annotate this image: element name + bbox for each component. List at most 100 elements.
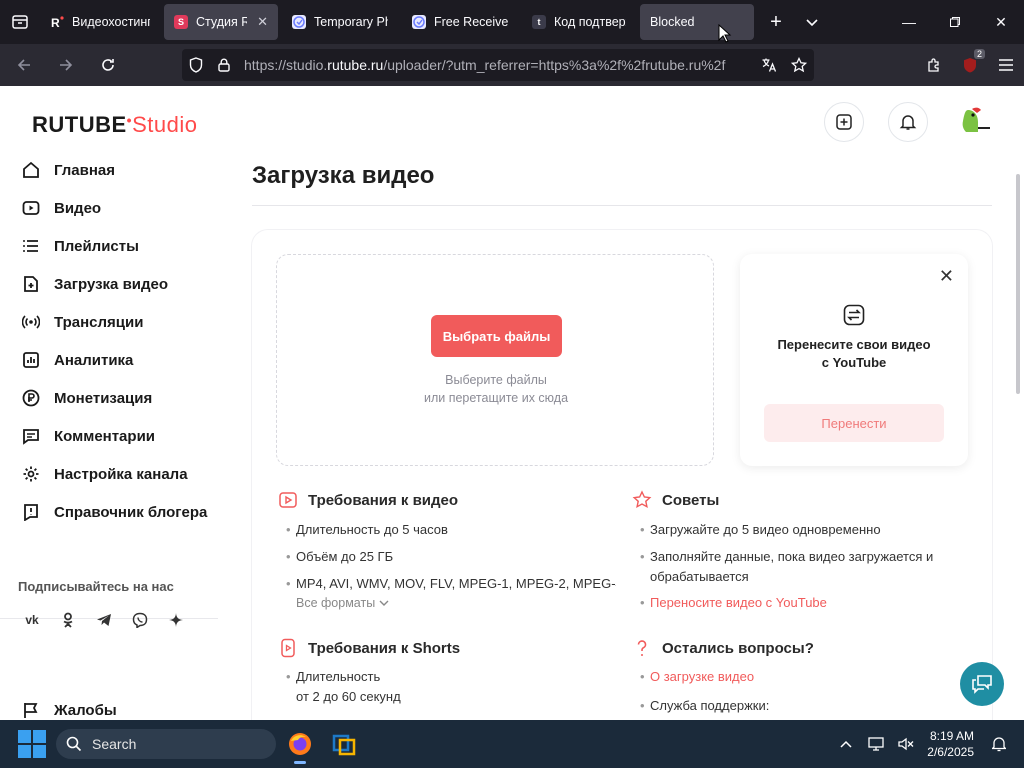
viber-icon[interactable] [126,606,154,634]
close-window-icon[interactable]: ✕ [978,0,1024,44]
notifications-button[interactable] [888,102,928,142]
browser-nav-bar: https://studio.rutube.ru/uploader/?utm_r… [0,44,1024,86]
clock-time: 8:19 AM [929,729,974,743]
tracking-shield-icon[interactable] [182,57,210,73]
minimize-icon[interactable]: — [886,0,932,44]
url-text[interactable]: https://studio.rutube.ru/uploader/?utm_r… [238,57,754,73]
avatar[interactable] [958,106,992,136]
yt-text-line-1: Перенесите свои видео [777,337,931,352]
lock-icon[interactable] [210,58,238,72]
youtube-transfer-text: Перенесите свои видео с YouTube [740,336,968,372]
section-title-text: Требования к Shorts [308,639,461,657]
ublock-shield-icon[interactable]: 2 [952,47,988,83]
firefox-icon[interactable] [284,728,316,764]
taskbar-clock[interactable]: 8:19 AM 2/6/2025 [927,728,974,760]
studio-header: RUTUBE•Studio [0,86,1024,158]
all-formats-link[interactable]: Все форматы [296,596,389,610]
odnoklassniki-icon[interactable] [54,606,82,634]
tab-rutube-studio[interactable]: S Студия RUT ✕ [164,4,278,40]
windows-taskbar: Search 8:19 AM 2/6/2025 [0,720,1024,768]
sidebar-item-upload[interactable]: Загрузка видео [22,273,168,295]
maximize-icon[interactable] [932,0,978,44]
question-icon [637,640,647,656]
youtube-transfer-link[interactable]: Переносите видео с YouTube [640,593,827,613]
notification-bell-icon[interactable] [984,736,1014,752]
video-requirements-title: Требования к видео [278,490,458,510]
sidebar-item-complaints[interactable]: Жалобы [22,699,117,720]
logo-main: RUTUBE [32,112,127,137]
home-icon [23,161,39,178]
page-scrollbar[interactable] [1016,174,1020,394]
shield-page-icon [412,15,426,29]
sidebar-item-home[interactable]: Главная [22,159,115,181]
dzen-icon[interactable] [162,606,190,634]
chevron-down-icon[interactable] [794,4,830,40]
system-tray: 8:19 AM 2/6/2025 [831,720,1024,768]
search-icon [56,736,92,752]
sidebar-item-broadcasts[interactable]: Трансляции [22,311,143,333]
pick-files-button[interactable]: Выбрать файлы [431,315,562,357]
tab-blocked[interactable]: Blocked [640,4,754,40]
sidebar-item-label: Видео [54,199,102,217]
sidebar-item-label: Справочник блогера [54,503,208,521]
tab-temporary-phone[interactable]: Temporary Ph [282,4,398,40]
logo-studio: Studio [132,112,198,137]
sidebar-item-analytics[interactable]: Аналитика [22,349,133,371]
about-upload-link[interactable]: О загрузке видео [640,667,754,687]
sidebar-item-label: Плейлисты [54,237,139,255]
playlist-icon [23,240,38,252]
browser-tab-bar: R Видеохостинг S Студия RUT ✕ Temporary … [0,0,1024,44]
chevron-up-icon[interactable] [831,740,861,748]
virtualbox-icon[interactable] [328,728,360,760]
tab-label: Temporary Ph [314,15,388,29]
sidebar-item-monetization[interactable]: Монетизация [22,387,152,409]
svg-text:R: R [51,16,60,29]
extensions-puzzle-icon[interactable] [916,47,952,83]
chat-bubbles-icon [972,675,992,694]
sidebar: Главная Видео Плейлисты Загрузка видео Т… [0,158,218,720]
flag-icon [24,703,38,718]
windows-start-icon[interactable] [18,730,46,758]
follow-us-label: Подписывайтесь на нас [18,579,174,594]
sidebar-item-channel-settings[interactable]: Настройка канала [22,463,188,485]
translate-icon[interactable] [754,57,784,73]
questions-title: Остались вопросы? [632,638,814,658]
taskbar-search[interactable]: Search [56,729,276,759]
vk-icon[interactable]: vk [18,606,46,634]
sidebar-item-blogger-guide[interactable]: Справочник блогера [22,501,207,523]
file-dropzone[interactable]: Выбрать файлы Выберите файлы или перетащ… [276,254,714,466]
tab-confirmation-code[interactable]: t Код подтвержд [522,4,636,40]
shorts-requirements-title: Требования к Shorts [278,638,460,658]
sidebar-item-video[interactable]: Видео [22,197,101,219]
sidebar-item-label: Жалобы [54,701,117,719]
upload-file-icon [24,276,38,292]
sidebar-item-comments[interactable]: Комментарии [22,425,155,447]
reload-icon[interactable] [90,47,126,83]
add-upload-button[interactable] [824,102,864,142]
rutube-studio-logo[interactable]: RUTUBE•Studio [32,112,197,138]
close-tab-icon[interactable]: ✕ [257,14,268,30]
plus-square-icon [836,114,852,130]
support-chat-button[interactable] [960,662,1004,706]
tab-videohosting[interactable]: R Видеохостинг [40,4,160,40]
telegram-icon[interactable] [90,606,118,634]
sidebar-item-label: Комментарии [54,427,156,445]
tab-free-receive-sms[interactable]: Free Receive S [402,4,518,40]
page-content: RUTUBE•Studio Главная Видео Плейлисты За… [0,86,1024,720]
support-label: Служба поддержки: [640,696,769,716]
url-bar[interactable]: https://studio.rutube.ru/uploader/?utm_r… [182,49,814,81]
info-icon [24,504,38,521]
bookmark-star-icon[interactable] [784,57,814,73]
volume-muted-icon[interactable] [891,737,921,751]
sidebar-item-playlists[interactable]: Плейлисты [22,235,139,257]
tab-list-icon[interactable] [0,0,40,44]
hamburger-menu-icon[interactable] [988,47,1024,83]
forward-arrow-icon[interactable] [48,47,84,83]
network-icon[interactable] [861,737,891,751]
transfer-button[interactable]: Перенести [764,404,944,442]
new-tab-icon[interactable]: + [758,4,794,40]
url-prefix: https://studio. [244,57,328,73]
close-icon[interactable]: ✕ [939,266,954,287]
back-arrow-icon[interactable] [6,47,42,83]
tab-label: Код подтвержд [554,15,626,29]
